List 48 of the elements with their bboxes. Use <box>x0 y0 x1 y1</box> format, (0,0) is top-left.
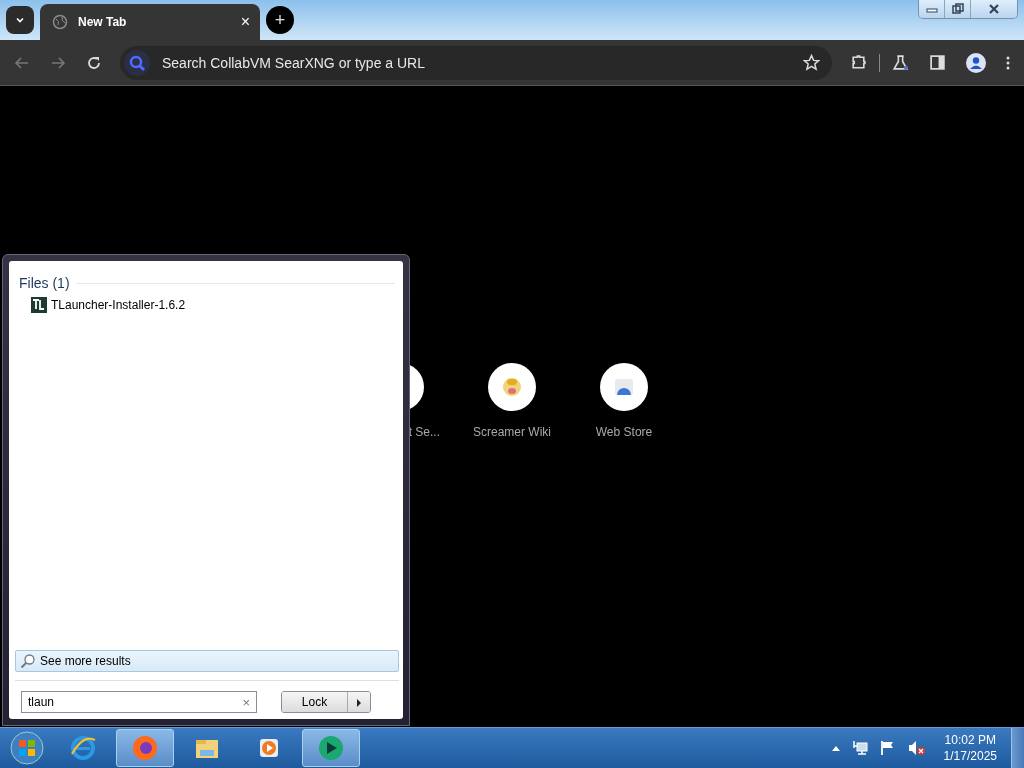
star-icon[interactable] <box>803 54 820 71</box>
network-icon[interactable] <box>851 740 868 756</box>
shortcut-tile[interactable] <box>488 363 536 411</box>
flask-icon[interactable] <box>892 54 909 71</box>
taskbar-app[interactable] <box>116 729 174 767</box>
tab-search-button[interactable] <box>6 6 34 34</box>
menu-icon[interactable] <box>1006 54 1010 71</box>
close-button[interactable] <box>971 0 1017 18</box>
clock-date: 1/17/2025 <box>943 749 997 763</box>
search-icon <box>124 49 150 76</box>
profile-icon[interactable] <box>966 52 986 73</box>
power-options-button[interactable] <box>348 692 370 712</box>
clock-time: 10:02 PM <box>944 733 996 747</box>
browser-tab[interactable]: New Tab × <box>40 4 260 40</box>
windows-logo-icon <box>9 730 45 766</box>
taskbar-app[interactable] <box>302 729 360 767</box>
lock-button[interactable]: Lock <box>282 692 348 712</box>
clock[interactable]: 10:02 PM 1/17/2025 <box>933 733 1007 763</box>
section-heading: Files (1) <box>19 275 70 291</box>
close-icon <box>988 3 1000 15</box>
shortcut-label: Web Store <box>595 425 653 439</box>
search-field[interactable]: tlaun × <box>21 691 257 713</box>
shortcut-label: Screamer Wiki <box>473 425 551 439</box>
forward-icon[interactable] <box>50 54 66 71</box>
chevron-down-icon <box>15 15 25 25</box>
app-icon <box>31 297 47 313</box>
extensions-icon[interactable] <box>850 54 867 71</box>
cartoon-face-icon <box>500 375 524 399</box>
muted-speaker-icon[interactable] <box>907 740 926 756</box>
clear-button[interactable]: × <box>242 694 250 710</box>
close-tab-button[interactable]: × <box>240 13 250 31</box>
address-bar[interactable]: Search CollabVM SearXNG or type a URL <box>120 45 832 80</box>
search-result[interactable]: TLauncher-Installer-1.6.2 <box>15 291 399 319</box>
restore-button[interactable] <box>945 0 971 18</box>
back-icon[interactable] <box>14 54 30 71</box>
circular-play-icon <box>317 734 345 762</box>
side-panel-icon[interactable] <box>929 54 946 71</box>
triangle-right-icon <box>356 698 362 707</box>
search-icon <box>20 653 36 669</box>
new-tab-button[interactable]: + <box>266 6 294 34</box>
shortcut-tile[interactable] <box>600 363 648 411</box>
see-more-results-link[interactable]: See more results <box>15 650 399 672</box>
restore-icon <box>951 3 964 15</box>
flag-icon[interactable] <box>879 740 896 756</box>
browser-e-icon <box>69 734 97 762</box>
show-hidden-icons-button[interactable] <box>831 745 840 751</box>
reload-icon[interactable] <box>86 54 102 71</box>
minimize-icon <box>925 5 938 13</box>
